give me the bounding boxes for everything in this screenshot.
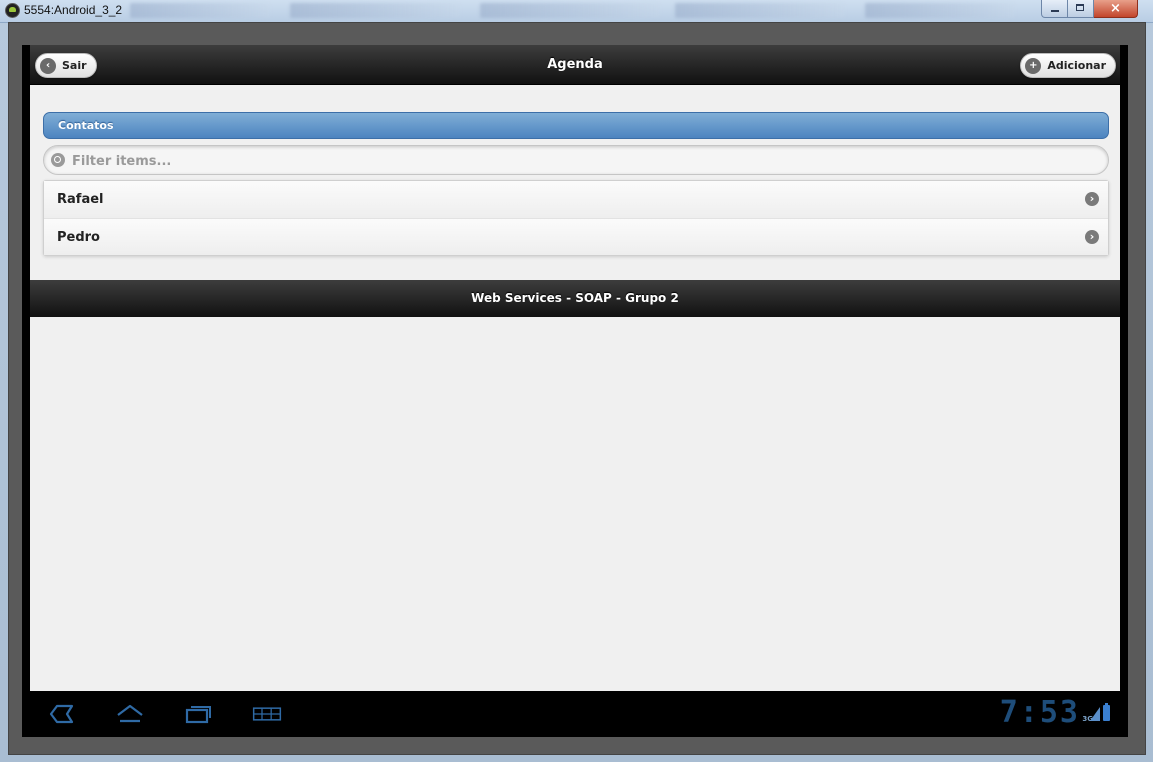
adicionar-button[interactable]: + Adicionar xyxy=(1020,53,1116,78)
contacts-list: Rafael › Pedro › xyxy=(43,180,1109,256)
plus-icon: + xyxy=(1025,57,1042,74)
home-icon[interactable] xyxy=(115,701,145,727)
signal-icon xyxy=(1090,707,1100,721)
window-controls: × xyxy=(1041,0,1147,18)
minimize-button[interactable] xyxy=(1041,0,1068,18)
search-icon xyxy=(51,153,65,167)
chevron-right-icon: › xyxy=(1085,230,1099,244)
list-item[interactable]: Rafael › xyxy=(44,181,1108,218)
list-item[interactable]: Pedro › xyxy=(44,218,1108,255)
list-divider-contatos: Contatos xyxy=(43,112,1109,139)
app-screen: ‹ Sair Agenda + Adicionar Contatos Rafae… xyxy=(30,45,1120,691)
battery-icon xyxy=(1103,703,1110,721)
close-icon: × xyxy=(1110,1,1121,16)
chevron-right-icon: › xyxy=(1085,192,1099,206)
recent-apps-icon[interactable] xyxy=(183,701,213,727)
close-button[interactable]: × xyxy=(1094,0,1138,18)
maximize-button[interactable] xyxy=(1068,0,1094,18)
android-device: ‹ Sair Agenda + Adicionar Contatos Rafae… xyxy=(22,45,1128,737)
list-item-label: Rafael xyxy=(57,192,104,207)
filter-bar xyxy=(43,145,1109,175)
window-title: 5554:Android_3_2 xyxy=(24,3,123,17)
android-system-bar: 7:53 3G xyxy=(30,691,1120,737)
clock: 7:53 xyxy=(999,695,1080,730)
android-app-icon xyxy=(5,3,20,18)
app-footer: Web Services - SOAP - Grupo 2 xyxy=(30,280,1120,317)
back-icon[interactable] xyxy=(48,701,78,727)
menu-icon[interactable] xyxy=(252,701,282,727)
background-taskbar-tabs xyxy=(130,3,1015,18)
adicionar-button-label: Adicionar xyxy=(1047,59,1106,72)
window-titlebar[interactable]: 5554:Android_3_2 × xyxy=(0,0,1153,23)
list-item-label: Pedro xyxy=(57,230,100,245)
filter-input[interactable] xyxy=(70,149,1074,173)
page-title: Agenda xyxy=(547,57,603,72)
app-header: ‹ Sair Agenda + Adicionar xyxy=(30,45,1120,85)
